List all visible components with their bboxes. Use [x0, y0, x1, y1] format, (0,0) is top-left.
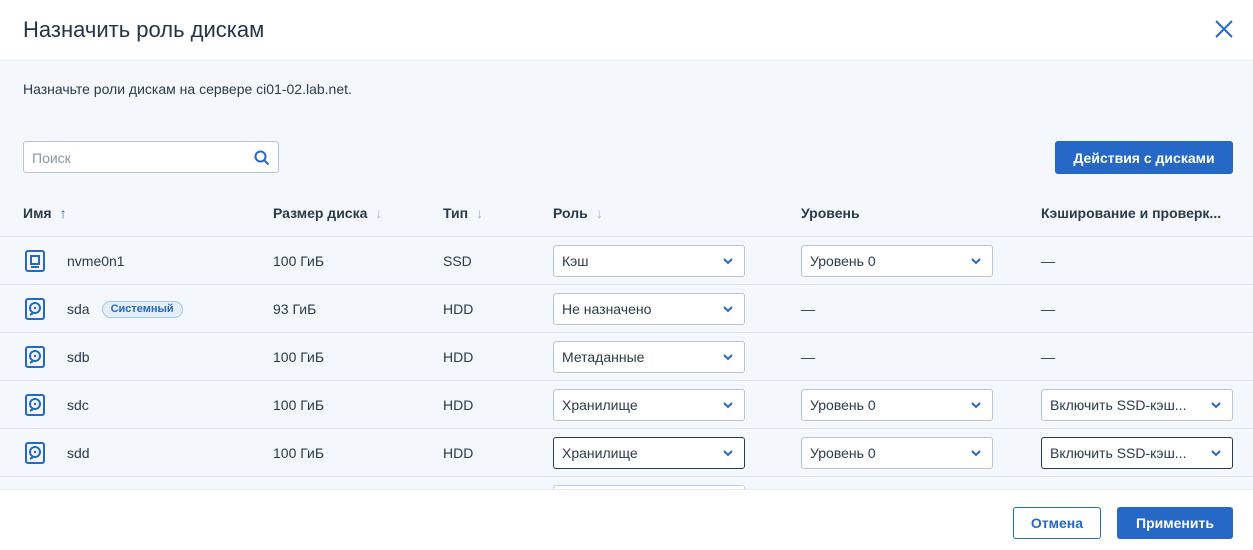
column-label-type: Тип	[443, 205, 469, 221]
disk-type: SSD	[443, 253, 472, 269]
role-select-value: Метаданные	[562, 349, 645, 365]
table-row: sdb 100 ГиБ HDD Метаданные — —	[0, 333, 1253, 381]
disk-size: 100 ГиБ	[273, 253, 325, 269]
table-header: Имя ↑ Размер диска ↓ Тип ↓ Роль ↓ Уровен…	[0, 189, 1253, 237]
sort-asc-icon[interactable]: ↑	[60, 205, 67, 221]
caching-select[interactable]: Включить SSD-кэш...	[1041, 389, 1233, 421]
role-select[interactable]: Хранилище	[553, 389, 745, 421]
chevron-down-icon	[723, 258, 733, 265]
column-header-name[interactable]: Имя ↑	[23, 205, 67, 221]
caching-value: —	[1041, 349, 1055, 365]
chevron-down-icon	[971, 402, 981, 409]
apply-button[interactable]: Применить	[1117, 507, 1233, 539]
dialog-title: Назначить роль дискам	[23, 17, 265, 42]
role-select[interactable]: Кэш	[553, 245, 745, 277]
caching-select[interactable]: Включить SSD-кэш...	[1041, 437, 1233, 469]
table-row: sda Системный 93 ГиБ HDD Не назначено — …	[0, 285, 1253, 333]
disk-name: sda	[67, 301, 90, 317]
disk-size: 100 ГиБ	[273, 349, 325, 365]
column-header-tier: Уровень	[801, 205, 860, 221]
hdd-icon	[25, 442, 45, 464]
dialog-body: Назначьте роли дискам на сервере ci01-02…	[0, 61, 1253, 489]
tier-select-value: Уровень 0	[810, 445, 876, 461]
disk-size: 100 ГиБ	[273, 397, 325, 413]
role-select-value: Не назначено	[562, 301, 652, 317]
chevron-down-icon	[723, 402, 733, 409]
tier-value: —	[801, 301, 815, 317]
tier-select[interactable]: Уровень 0	[801, 437, 993, 469]
table-row: sdc 100 ГиБ HDD Хранилище Уровень 0 Вклю…	[0, 381, 1253, 429]
disk-size: 100 ГиБ	[273, 445, 325, 461]
search-box[interactable]	[23, 141, 279, 173]
role-select[interactable]: Метаданные	[553, 341, 745, 373]
disk-type: HDD	[443, 397, 474, 413]
chevron-down-icon	[1211, 402, 1221, 409]
hdd-icon	[25, 298, 45, 320]
system-badge: Системный	[101, 300, 183, 318]
disk-name: sdd	[67, 445, 90, 461]
chevron-down-icon	[723, 306, 733, 313]
column-label-tier: Уровень	[801, 205, 860, 221]
hdd-icon	[25, 394, 45, 416]
tier-select[interactable]: Уровень 0	[801, 245, 993, 277]
caching-value: —	[1041, 301, 1055, 317]
disk-name-cell: nvme0n1	[67, 237, 125, 285]
disk-name-cell: sda Системный	[67, 285, 183, 333]
column-label-size: Размер диска	[273, 205, 368, 221]
table-row: sdd 100 ГиБ HDD Хранилище Уровень 0 Вклю…	[0, 429, 1253, 477]
column-header-role[interactable]: Роль ↓	[553, 205, 603, 221]
disk-name-cell: sdc	[67, 381, 89, 429]
caching-value: —	[1041, 253, 1055, 269]
cancel-button[interactable]: Отмена	[1013, 507, 1101, 539]
column-header-type[interactable]: Тип ↓	[443, 205, 483, 221]
column-label-role: Роль	[553, 205, 588, 221]
disk-type: HDD	[443, 301, 474, 317]
sort-icon[interactable]: ↓	[476, 205, 483, 221]
role-select-value: Хранилище	[562, 445, 638, 461]
chevron-down-icon	[723, 450, 733, 457]
dialog-header: Назначить роль дискам	[0, 0, 1253, 61]
tier-select[interactable]: Уровень 0	[801, 389, 993, 421]
caching-select-value: Включить SSD-кэш...	[1050, 397, 1187, 413]
chevron-down-icon	[971, 258, 981, 265]
chevron-down-icon	[1211, 450, 1221, 457]
dialog-footer: Отмена Применить	[0, 489, 1253, 550]
dialog-description: Назначьте роли дискам на сервере ci01-02…	[23, 81, 352, 97]
close-icon[interactable]	[1211, 16, 1237, 42]
table-row	[0, 477, 1253, 489]
disk-name: sdc	[67, 397, 89, 413]
tier-value: —	[801, 349, 815, 365]
tier-select-value: Уровень 0	[810, 253, 876, 269]
table-row: nvme0n1 100 ГиБ SSD Кэш Уровень 0 —	[0, 237, 1253, 285]
search-input[interactable]	[32, 148, 242, 168]
tier-select-value: Уровень 0	[810, 397, 876, 413]
role-select-value: Кэш	[562, 253, 589, 269]
chevron-down-icon	[723, 354, 733, 361]
ssd-icon	[25, 250, 45, 272]
caching-select-value: Включить SSD-кэш...	[1050, 445, 1187, 461]
disk-name-cell: sdd	[67, 429, 90, 477]
disk-name-cell: sdb	[67, 333, 90, 381]
disk-type: HDD	[443, 445, 474, 461]
sort-icon[interactable]: ↓	[375, 205, 382, 221]
disk-size: 93 ГиБ	[273, 301, 317, 317]
sort-icon[interactable]: ↓	[596, 205, 603, 221]
column-label-caching: Кэширование и проверк...	[1041, 205, 1222, 221]
column-header-size[interactable]: Размер диска ↓	[273, 205, 382, 221]
role-select[interactable]: Хранилище	[553, 437, 745, 469]
hdd-icon	[25, 346, 45, 368]
disk-type: HDD	[443, 349, 474, 365]
column-label-name: Имя	[23, 205, 52, 221]
role-select-value: Хранилище	[562, 397, 638, 413]
chevron-down-icon	[971, 450, 981, 457]
column-header-caching: Кэширование и проверк...	[1041, 205, 1221, 221]
disk-name: sdb	[67, 349, 90, 365]
role-select[interactable]: Не назначено	[553, 293, 745, 325]
disk-actions-button[interactable]: Действия с дисками	[1055, 141, 1233, 174]
search-icon[interactable]	[254, 150, 270, 166]
disk-name: nvme0n1	[67, 253, 125, 269]
